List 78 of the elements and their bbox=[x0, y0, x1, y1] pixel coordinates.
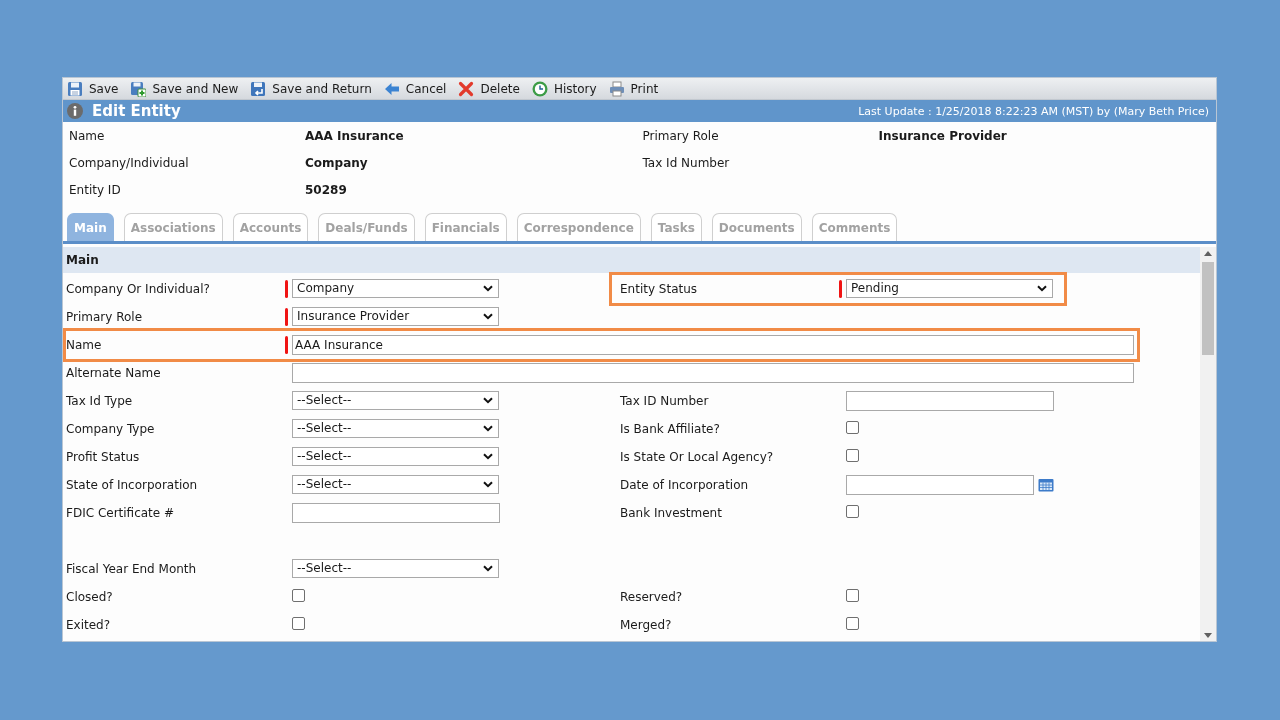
save-and-new-button[interactable]: Save and New bbox=[129, 78, 240, 99]
calendar-icon[interactable] bbox=[1038, 478, 1054, 492]
checkbox[interactable] bbox=[846, 616, 859, 630]
field-label: Tax Id Type bbox=[66, 394, 133, 408]
save-and-return-button[interactable]: Save and Return bbox=[249, 78, 373, 99]
window-title: Edit Entity bbox=[92, 102, 181, 120]
chevron-down-icon bbox=[483, 564, 493, 572]
dropdown[interactable]: --Select-- bbox=[292, 390, 499, 410]
date-field[interactable] bbox=[846, 475, 1034, 495]
checkbox[interactable] bbox=[846, 504, 859, 518]
text-field[interactable] bbox=[846, 391, 1054, 411]
info-value: Insurance Provider bbox=[878, 128, 1007, 143]
scrollbar-thumb[interactable] bbox=[1202, 262, 1214, 355]
last-update-text: Last Update : 1/25/2018 8:22:23 AM (MST) by (Mary Beth Price) bbox=[858, 104, 1209, 118]
down-arrow-icon[interactable] bbox=[1204, 633, 1212, 638]
save-button[interactable]: Save bbox=[66, 78, 120, 99]
text-field[interactable]: AAA Insurance bbox=[292, 335, 1134, 355]
history-button[interactable]: History bbox=[530, 78, 598, 99]
field-label: Profit Status bbox=[66, 450, 140, 464]
clock-icon bbox=[531, 80, 548, 97]
info-icon bbox=[67, 103, 83, 119]
field-label: Reserved? bbox=[620, 590, 683, 604]
section-header: Main bbox=[63, 247, 1200, 273]
chevron-down-icon bbox=[483, 452, 493, 460]
field-label: Tax ID Number bbox=[620, 394, 709, 408]
field-label: Exited? bbox=[66, 618, 111, 632]
info-label: Entity ID bbox=[69, 182, 121, 197]
field-label: Entity Status bbox=[620, 282, 698, 296]
field-label: Alternate Name bbox=[66, 366, 161, 380]
delete-button[interactable]: Delete bbox=[457, 78, 521, 99]
checkbox[interactable] bbox=[846, 420, 859, 434]
info-label: Primary Role bbox=[642, 128, 719, 143]
field-label: Is State Or Local Agency? bbox=[620, 450, 774, 464]
chevron-down-icon bbox=[483, 396, 493, 404]
left-arrow-icon bbox=[383, 80, 400, 97]
dropdown[interactable]: --Select-- bbox=[292, 558, 499, 578]
dropdown[interactable]: --Select-- bbox=[292, 418, 499, 438]
field-label: Bank Investment bbox=[620, 506, 722, 520]
info-label: Company/Individual bbox=[69, 155, 189, 170]
field-label: Closed? bbox=[66, 590, 113, 604]
printer-icon bbox=[608, 80, 625, 97]
field-label: Company Type bbox=[66, 422, 155, 436]
chevron-down-icon bbox=[1037, 284, 1047, 292]
field-label: FDIC Certificate # bbox=[66, 506, 175, 520]
info-label: Name bbox=[69, 128, 105, 143]
dropdown[interactable]: --Select-- bbox=[292, 474, 499, 494]
dropdown[interactable]: Pending bbox=[846, 278, 1053, 298]
chevron-down-icon bbox=[483, 284, 493, 292]
checkbox[interactable] bbox=[846, 588, 859, 602]
up-arrow-icon[interactable] bbox=[1204, 251, 1212, 256]
scrollbar[interactable] bbox=[1200, 247, 1216, 641]
checkbox[interactable] bbox=[846, 448, 859, 462]
chevron-down-icon bbox=[483, 312, 493, 320]
info-label: Tax Id Number bbox=[642, 155, 730, 170]
field-label: Fiscal Year End Month bbox=[66, 562, 197, 576]
checkbox[interactable] bbox=[292, 588, 305, 602]
disk-plus-icon bbox=[130, 80, 147, 97]
field-label: Merged? bbox=[620, 618, 672, 632]
info-value: 50289 bbox=[305, 182, 347, 197]
field-label: Primary Role bbox=[66, 310, 143, 324]
text-field[interactable] bbox=[292, 363, 1134, 383]
x-mark-icon bbox=[458, 80, 475, 97]
chevron-down-icon bbox=[483, 424, 493, 432]
field-label: Is Bank Affiliate? bbox=[620, 422, 720, 436]
dropdown[interactable]: --Select-- bbox=[292, 446, 499, 466]
field-label: Name bbox=[66, 338, 102, 352]
field-label: Company Or Individual? bbox=[66, 282, 210, 296]
field-label: Date of Incorporation bbox=[620, 478, 749, 492]
dropdown[interactable]: Insurance Provider bbox=[292, 306, 499, 326]
print-button[interactable]: Print bbox=[607, 78, 660, 99]
chevron-down-icon bbox=[483, 480, 493, 488]
cancel-button[interactable]: Cancel bbox=[382, 78, 448, 99]
dropdown[interactable]: Company bbox=[292, 278, 499, 298]
info-value: Company bbox=[305, 155, 368, 170]
info-value: AAA Insurance bbox=[305, 128, 404, 143]
checkbox[interactable] bbox=[292, 616, 305, 630]
text-field[interactable] bbox=[292, 503, 500, 523]
field-label: State of Incorporation bbox=[66, 478, 198, 492]
